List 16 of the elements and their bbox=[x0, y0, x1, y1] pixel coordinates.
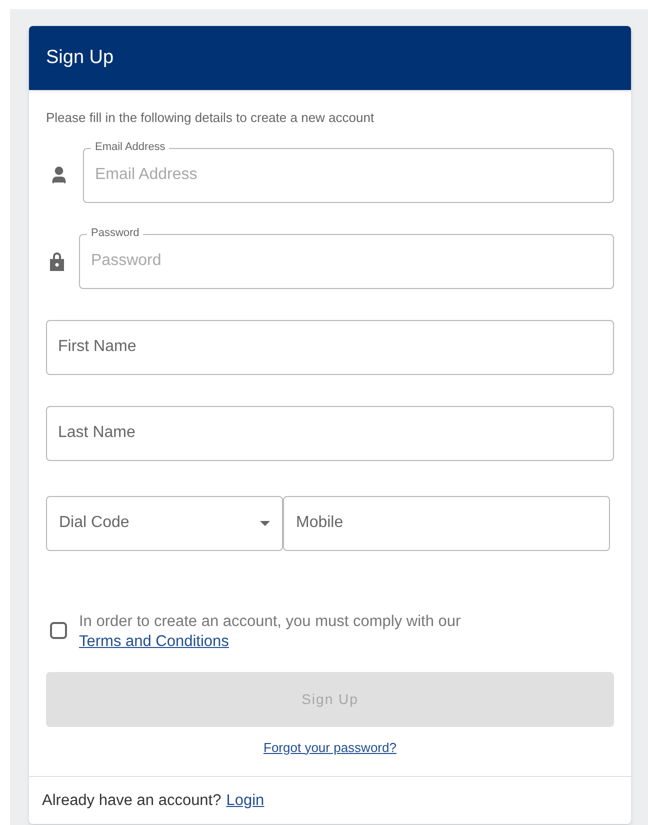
footer-text: Already have an account? bbox=[42, 790, 222, 811]
intro-text: Please fill in the following details to create a new account bbox=[46, 109, 376, 127]
dropdown-caret-icon bbox=[260, 520, 270, 526]
header-title: Sign Up bbox=[46, 46, 114, 70]
field-label: Password bbox=[87, 226, 144, 240]
input-field[interactable]: Last Name bbox=[46, 406, 614, 460]
terms-link[interactable]: Terms and Conditions bbox=[79, 632, 229, 650]
input-field[interactable]: First Name bbox=[46, 320, 614, 374]
dial-code-select[interactable]: Dial Code bbox=[46, 496, 283, 550]
field-label: Email Address bbox=[91, 140, 170, 154]
terms-checkbox[interactable] bbox=[50, 622, 67, 638]
forgot-password-link[interactable]: Forgot your password? bbox=[264, 738, 396, 757]
login-link[interactable]: Login bbox=[226, 788, 264, 812]
terms-text: In order to create an account, you must comply with our Terms and Conditions bbox=[79, 612, 462, 652]
mobile-field[interactable]: Mobile bbox=[283, 496, 610, 550]
lock-icon bbox=[49, 251, 65, 271]
